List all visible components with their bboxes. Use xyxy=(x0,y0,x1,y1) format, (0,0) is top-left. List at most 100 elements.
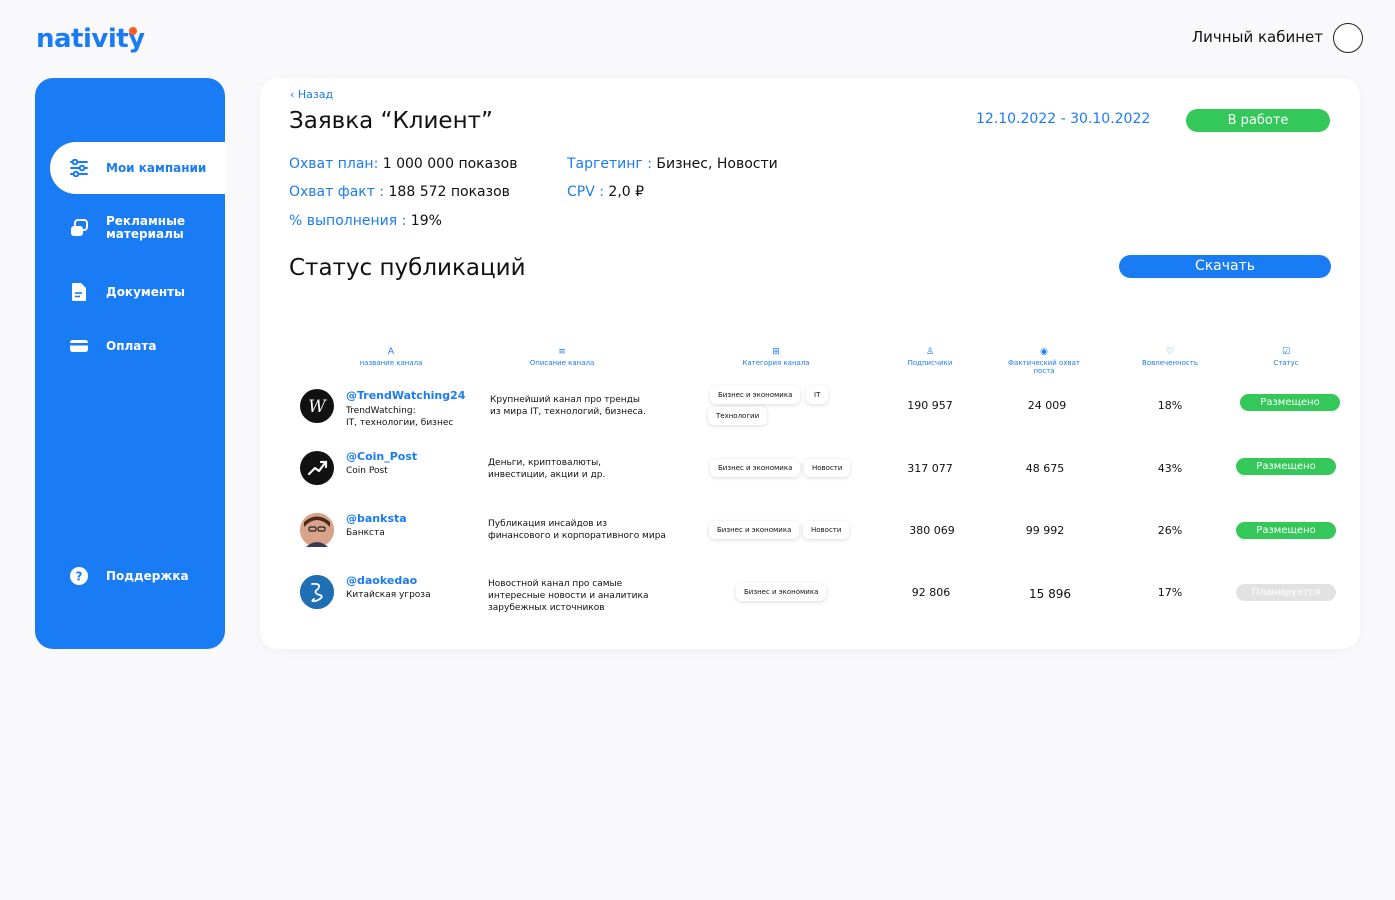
channel-avatar xyxy=(300,451,334,485)
layers-icon xyxy=(68,217,90,239)
reach-plan-key: Охват план: xyxy=(289,156,379,172)
reach-value: 24 009 xyxy=(1027,399,1067,412)
category-tag: Новости xyxy=(803,521,850,539)
column-label: Подписчики xyxy=(907,359,953,367)
svg-text:?: ? xyxy=(76,570,83,584)
engagement-value: 26% xyxy=(1157,524,1183,537)
channel-handle[interactable]: @TrendWatching24 xyxy=(346,389,465,402)
sliders-icon xyxy=(68,157,90,179)
category-tag: Новости xyxy=(804,459,851,477)
column-header-description[interactable]: ≡ Описание канала xyxy=(522,347,602,368)
reach-value: 15 896 xyxy=(1029,587,1071,601)
grid-icon: ⊞ xyxy=(772,347,780,357)
sidebar-item-label: Оплата xyxy=(106,338,157,353)
column-label: название канала xyxy=(359,359,423,367)
channel-handle[interactable]: @daokedao xyxy=(346,574,417,587)
subscribers-value: 190 957 xyxy=(907,399,953,412)
engagement-value: 17% xyxy=(1157,586,1183,599)
subscribers-value: 92 806 xyxy=(911,586,951,599)
channel-description: из мира IT, технологий, бизнеса. xyxy=(490,407,646,417)
channel-description: Новостной канал про самые xyxy=(488,579,623,589)
channel-description: финансового и корпоративного мира xyxy=(488,531,666,541)
channel-subtitle: Банкста xyxy=(346,528,385,538)
sidebar-item-label: Рекламные материалы xyxy=(106,214,186,241)
channel-handle[interactable]: @Coin_Post xyxy=(346,450,417,463)
sidebar-item-documents[interactable]: Документы xyxy=(50,266,230,318)
column-header-subscribers[interactable]: ♙ Подписчики xyxy=(890,347,970,368)
sidebar-item-support[interactable]: ? Поддержка xyxy=(50,550,230,602)
channel-description: Деньги, криптовалюты, xyxy=(488,458,602,468)
sidebar-item-label: Поддержка xyxy=(106,568,189,583)
status-badge: Размещено xyxy=(1240,394,1340,411)
sidebar-item-label: Документы xyxy=(106,284,185,299)
page-title: Заявка “Клиент” xyxy=(289,108,493,134)
column-label: Статус xyxy=(1273,359,1299,367)
cpv-key: CPV : xyxy=(567,184,604,200)
channel-handle[interactable]: @banksta xyxy=(346,512,407,525)
subscribers-value: 317 077 xyxy=(907,462,953,475)
sidebar-item-payment[interactable]: Оплата xyxy=(50,320,230,372)
svg-text:W: W xyxy=(308,397,327,417)
column-header-category[interactable]: ⊞ Категория канала xyxy=(736,347,816,368)
column-header-reach[interactable]: ◉ Фактический охват поста xyxy=(1004,348,1084,376)
download-button[interactable]: Скачать xyxy=(1119,255,1331,278)
channel-avatar xyxy=(300,513,334,547)
sidebar-item-campaigns[interactable]: Мои кампании xyxy=(50,142,225,194)
channel-description: Публикация инсайдов из xyxy=(488,519,608,529)
channel-avatar xyxy=(300,575,334,609)
cpv-value: 2,0 ₽ xyxy=(603,184,645,200)
category-tag: Технологии xyxy=(708,407,768,425)
category-tag: Бизнес и экономика xyxy=(736,583,827,601)
order-status-badge: В работе xyxy=(1186,109,1330,132)
back-label: Назад xyxy=(297,88,334,101)
user-avatar[interactable] xyxy=(1333,23,1363,53)
notification-dot xyxy=(129,27,137,35)
column-label: Фактический охват поста xyxy=(1008,359,1080,375)
completion-key: % выполнения : xyxy=(289,213,407,229)
question-icon: ? xyxy=(68,565,90,587)
channel-description: инвестиции, акции и др. xyxy=(488,470,606,480)
column-header-engagement[interactable]: ♡ Вовлеченность xyxy=(1130,348,1210,368)
cpv: CPV : 2,0 ₽ xyxy=(567,184,644,200)
completion: % выполнения : 19% xyxy=(289,213,442,229)
channel-avatar: W xyxy=(300,389,334,423)
reach-value: 48 675 xyxy=(1025,462,1065,475)
checkbox-icon: ☑ xyxy=(1281,347,1291,357)
column-header-status[interactable]: ☑ Статус xyxy=(1246,347,1326,368)
targeting-value: Бизнес, Новости xyxy=(651,156,778,172)
reach-fact: Охват факт : 188 572 показов xyxy=(289,184,510,200)
channel-subtitle: IT, технологии, бизнес xyxy=(346,418,454,428)
back-link[interactable]: ‹ Назад xyxy=(290,88,333,101)
category-tag: Бизнес и экономика xyxy=(710,386,801,404)
sidebar-item-label: Мои кампании xyxy=(106,160,207,175)
document-icon xyxy=(68,281,90,303)
category-tag: Бизнес и экономика xyxy=(710,459,801,477)
subscribers-value: 380 069 xyxy=(909,524,955,537)
targeting-key: Таргетинг : xyxy=(567,156,652,172)
category-tag: Бизнес и экономика xyxy=(709,521,800,539)
status-badge: Планируется xyxy=(1236,584,1336,601)
status-badge: Размещено xyxy=(1236,522,1336,539)
user-icon: ♙ xyxy=(925,347,935,357)
reach-fact-value: 188 572 показов xyxy=(384,184,510,200)
letter-icon: A xyxy=(387,347,395,357)
reach-value: 99 992 xyxy=(1025,524,1065,537)
reach-plan-value: 1 000 000 показов xyxy=(378,156,518,172)
column-label: Описание канала xyxy=(529,359,595,367)
status-badge: Размещено xyxy=(1236,458,1336,475)
reach-fact-key: Охват факт : xyxy=(289,184,385,200)
menu-icon: ≡ xyxy=(558,347,566,357)
personal-cabinet-link[interactable]: Личный кабинет xyxy=(1192,28,1323,46)
channel-description: Крупнейший канал про тренды xyxy=(490,395,641,405)
channel-subtitle: Coin Post xyxy=(346,466,388,476)
category-tag: IT xyxy=(806,386,829,404)
column-label: Категория канала xyxy=(742,359,810,367)
targeting: Таргетинг : Бизнес, Новости xyxy=(567,156,778,172)
section-title: Статус публикаций xyxy=(289,255,526,281)
channel-description: зарубежных источников xyxy=(488,603,605,613)
column-header-name[interactable]: Aназвание канала xyxy=(351,347,431,368)
reach-plan: Охват план: 1 000 000 показов xyxy=(289,156,517,172)
channel-description: интересные новости и аналитика xyxy=(488,591,649,601)
sidebar-item-materials[interactable]: Рекламные материалы xyxy=(50,202,230,254)
engagement-value: 43% xyxy=(1157,462,1183,475)
